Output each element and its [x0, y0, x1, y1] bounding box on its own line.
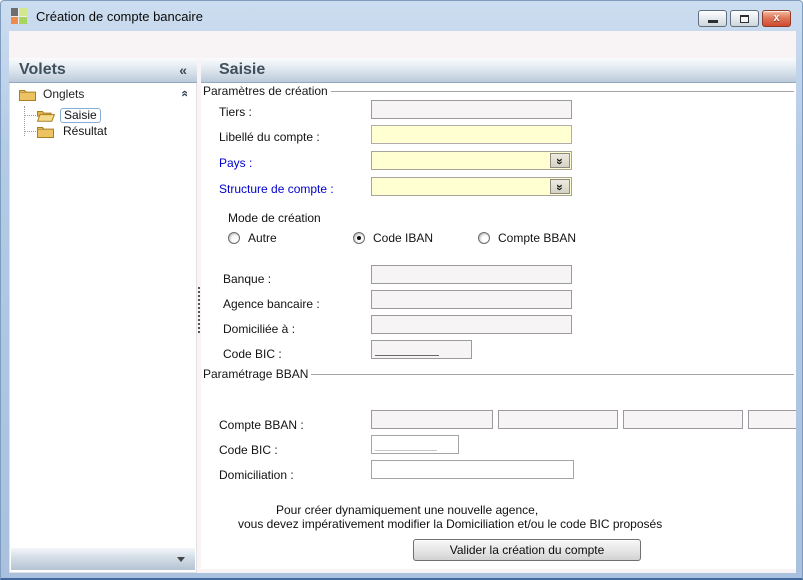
- close-icon: x: [773, 12, 780, 24]
- minimize-button[interactable]: [698, 10, 727, 27]
- bban-segment-2-field: [498, 410, 618, 429]
- code-bic-iban-label: Code BIC :: [223, 347, 282, 361]
- creation-legend-text: Paramètres de création: [203, 84, 328, 98]
- window-content: Volets « Saisie Onglets » Saisie Résulta…: [9, 31, 796, 573]
- agency-note: Pour créer dynamiquement une nouvelle ag…: [201, 503, 796, 531]
- bban-segment-1-field: [371, 410, 493, 429]
- folder-open-icon: [37, 110, 55, 122]
- page-title: Saisie: [219, 61, 266, 78]
- radio-label: Compte BBAN: [498, 231, 577, 245]
- folder-icon: [37, 126, 54, 138]
- libelle-label: Libellé du compte :: [219, 130, 320, 144]
- chevron-down-icon: »: [553, 157, 567, 164]
- restore-icon: [740, 14, 749, 23]
- folder-icon: [19, 89, 36, 101]
- sidebar-header: Volets «: [9, 58, 197, 83]
- radio-label: Code IBAN: [373, 231, 434, 245]
- radio-label: Autre: [248, 231, 277, 245]
- radio-code-iban[interactable]: Code IBAN: [353, 231, 433, 245]
- code-bic-bban-label: Code BIC :: [219, 443, 278, 457]
- structure-combobox[interactable]: »: [371, 177, 572, 196]
- app-icon: [11, 8, 27, 24]
- chevron-up-icon[interactable]: »: [177, 91, 191, 97]
- pays-dropdown-button[interactable]: »: [550, 153, 570, 168]
- minimize-icon: [707, 19, 718, 23]
- app-window: Création de compte bancaire x Volets « S…: [0, 0, 803, 580]
- radio-icon: [353, 232, 365, 244]
- masked-edit-underline: [375, 450, 437, 451]
- window-title: Création de compte bancaire: [36, 8, 203, 24]
- bban-segment-3-field: [623, 410, 743, 429]
- pays-combobox[interactable]: »: [371, 151, 572, 170]
- note-line-1: Pour créer dynamiquement une nouvelle ag…: [276, 503, 539, 517]
- code-bic-bban-field[interactable]: [371, 435, 459, 454]
- agence-field: [371, 290, 572, 309]
- tree-item-label: Saisie: [60, 107, 101, 123]
- tree-item-resultat[interactable]: Résultat: [10, 123, 196, 139]
- sidebar-group-label: Onglets: [43, 87, 85, 101]
- panel-splitter-grip[interactable]: [198, 287, 200, 333]
- window-controls: x: [698, 10, 791, 27]
- banque-field: [371, 265, 572, 284]
- radio-icon: [478, 232, 490, 244]
- pays-label: Pays :: [219, 156, 253, 170]
- bban-legend-text: Paramétrage BBAN: [203, 367, 309, 381]
- radio-compte-bban[interactable]: Compte BBAN: [478, 231, 576, 245]
- mode-creation-label: Mode de création: [228, 211, 321, 225]
- scroll-down-icon: [177, 556, 185, 562]
- domiciliation-label: Domiciliation :: [219, 468, 294, 482]
- tree-item-saisie[interactable]: Saisie: [10, 107, 196, 123]
- note-line-2: vous devez impérativement modifier la Do…: [238, 517, 663, 531]
- code-bic-iban-field: [371, 340, 472, 359]
- main-header: Saisie: [201, 58, 796, 83]
- tree-branch-line: [24, 131, 36, 132]
- groupbox-line: [330, 91, 794, 92]
- validate-account-creation-button[interactable]: Valider la création du compte: [413, 539, 641, 561]
- sidebar: Onglets » Saisie Résultat: [9, 83, 197, 573]
- structure-dropdown-button[interactable]: »: [550, 179, 570, 194]
- sidebar-title: Volets: [19, 61, 66, 78]
- agence-label: Agence bancaire :: [223, 297, 320, 311]
- close-button[interactable]: x: [762, 10, 791, 27]
- bban-segment-4-field: [748, 410, 796, 429]
- libelle-field[interactable]: [371, 125, 572, 144]
- structure-label: Structure de compte :: [219, 182, 334, 196]
- collapse-sidebar-icon[interactable]: «: [179, 62, 187, 78]
- sidebar-scroll-down[interactable]: [11, 548, 195, 570]
- groupbox-line: [311, 374, 794, 375]
- compte-bban-label: Compte BBAN :: [219, 418, 304, 432]
- masked-edit-underline: [375, 355, 439, 356]
- sidebar-tree: Saisie Résultat: [10, 105, 196, 139]
- creation-groupbox-legend: Paramètres de création: [203, 85, 794, 98]
- main-panel: Paramètres de création Tiers : Libellé d…: [201, 83, 796, 569]
- sidebar-group-onglets[interactable]: Onglets »: [10, 83, 196, 105]
- tree-branch-line: [24, 115, 36, 116]
- bban-groupbox-legend: Paramétrage BBAN: [203, 368, 794, 381]
- title-bar[interactable]: Création de compte bancaire: [1, 1, 802, 31]
- banque-label: Banque :: [223, 272, 272, 286]
- chevron-down-icon: »: [553, 183, 567, 190]
- domiciliee-field: [371, 315, 572, 334]
- restore-button[interactable]: [730, 10, 759, 27]
- radio-autre[interactable]: Autre: [228, 231, 277, 245]
- domiciliee-label: Domiciliée à :: [223, 322, 296, 336]
- domiciliation-field[interactable]: [371, 460, 574, 479]
- tiers-field: [371, 100, 572, 119]
- tree-item-label: Résultat: [63, 123, 108, 138]
- tiers-label: Tiers :: [219, 105, 252, 119]
- radio-icon: [228, 232, 240, 244]
